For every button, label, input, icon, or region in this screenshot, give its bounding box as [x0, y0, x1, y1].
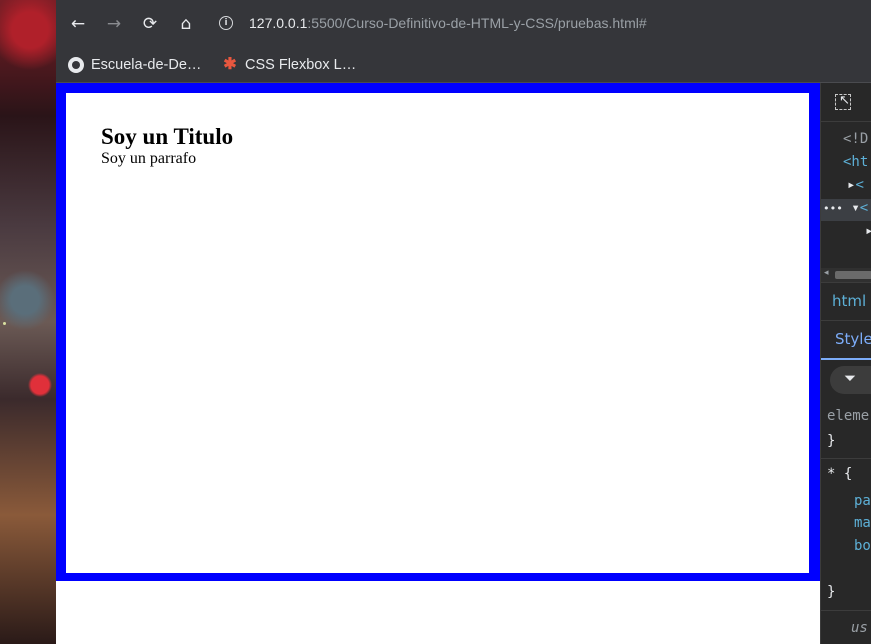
more-options-icon[interactable]: ••• — [823, 202, 843, 215]
rule-property-padding[interactable]: pa — [854, 493, 871, 509]
bookmark-label: CSS Flexbox L… — [245, 57, 357, 73]
rule-property-box-sizing[interactable]: bo — [854, 538, 871, 554]
bookmarks-bar: Escuela-de-De… ✱ CSS Flexbox L… — [56, 48, 871, 83]
doctype-node[interactable]: <!D — [843, 131, 868, 147]
browser-window: ← → ⟳ ⌂ i 127.0.0.1:5500/Curso-Definitiv… — [56, 0, 871, 644]
reload-icon: ⟳ — [142, 14, 158, 34]
styles-tab-indicator — [821, 358, 871, 360]
wallpaper-light — [3, 322, 6, 325]
head-node[interactable]: ▸< — [847, 177, 864, 193]
reload-button[interactable]: ⟳ — [138, 12, 162, 36]
site-info-icon[interactable]: i — [219, 16, 233, 30]
inspect-element-icon[interactable] — [835, 93, 851, 110]
forward-button[interactable]: → — [102, 12, 126, 36]
filter-icon: ⏷ — [844, 369, 857, 387]
divider — [821, 458, 871, 459]
home-button[interactable]: ⌂ — [174, 12, 198, 36]
divider — [821, 282, 871, 283]
url-path: :5500/Curso-Definitivo-de-HTML-y-CSS/pru… — [307, 15, 647, 31]
page-viewport: Soy un Titulo Soy un parrafo — [56, 83, 820, 644]
divider — [821, 320, 871, 321]
html-node[interactable]: <ht — [843, 154, 868, 170]
devtools-panel: <!D <ht ▸< ••• ▾< ▸ ◂ html Style ⏷ eleme… — [820, 83, 871, 644]
url-text[interactable]: 127.0.0.1:5500/Curso-Definitivo-de-HTML-… — [249, 15, 647, 31]
collapse-arrow-icon[interactable]: ▾ — [851, 200, 859, 216]
desktop-wallpaper — [0, 0, 56, 644]
page-content: Soy un Titulo Soy un parrafo — [66, 93, 809, 573]
bookmark-escuela[interactable]: Escuela-de-De… — [68, 52, 201, 78]
url-host: 127.0.0.1 — [249, 15, 308, 31]
back-button[interactable]: ← — [66, 12, 90, 36]
tab-styles[interactable]: Style — [835, 330, 871, 348]
scroll-left-icon[interactable]: ◂ — [824, 268, 829, 278]
scrollbar-thumb[interactable] — [835, 271, 871, 279]
elements-horizontal-scrollbar[interactable]: ◂ — [821, 268, 871, 282]
devtools-toolbar — [821, 83, 871, 122]
back-arrow-icon: ← — [70, 14, 86, 34]
rule-close: } — [827, 584, 836, 600]
github-icon — [68, 57, 84, 73]
styles-filter[interactable]: ⏷ — [830, 366, 871, 394]
blue-border-frame: Soy un Titulo Soy un parrafo — [56, 83, 820, 581]
forward-arrow-icon: → — [106, 14, 122, 34]
divider — [821, 610, 871, 611]
browser-toolbar: ← → ⟳ ⌂ i 127.0.0.1:5500/Curso-Definitiv… — [56, 0, 871, 48]
body-node[interactable]: ••• ▾< — [823, 200, 868, 216]
rule-selector[interactable]: * { — [827, 466, 852, 482]
child-expand-arrow-icon[interactable]: ▸ — [865, 223, 871, 239]
bookmark-label: Escuela-de-De… — [91, 57, 202, 73]
page-heading: Soy un Titulo — [101, 124, 234, 149]
bookmark-css-flexbox[interactable]: ✱ CSS Flexbox L… — [222, 52, 356, 78]
breadcrumb-html[interactable]: html — [832, 292, 866, 310]
element-style-label: eleme — [827, 408, 870, 424]
address-bar[interactable]: i 127.0.0.1:5500/Curso-Definitivo-de-HTM… — [211, 8, 861, 40]
rule-property-margin[interactable]: ma — [854, 515, 871, 531]
page-paragraph: Soy un parrafo — [101, 150, 197, 167]
element-style-close: } — [827, 433, 836, 449]
home-icon: ⌂ — [180, 14, 192, 34]
user-agent-label: us — [851, 620, 868, 636]
asterisk-icon: ✱ — [223, 56, 237, 73]
